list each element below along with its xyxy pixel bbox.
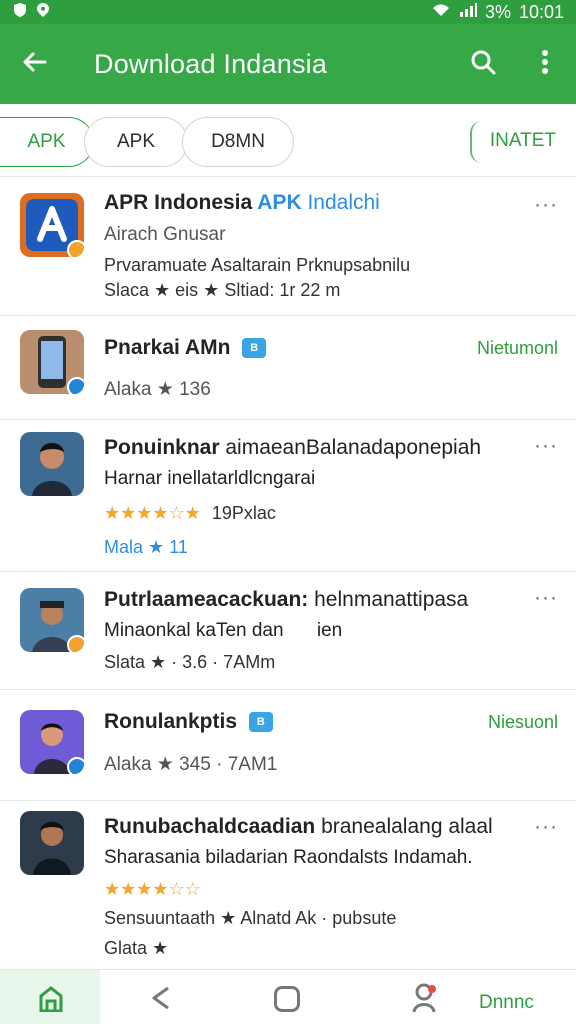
avatar bbox=[20, 432, 84, 496]
tab-bar: APK APK D8MN INATET bbox=[0, 104, 576, 176]
tab-d8mn[interactable]: D8MN bbox=[182, 117, 294, 167]
item-title: Ronulankptis B bbox=[104, 710, 273, 734]
item-meta: Glata ★ bbox=[104, 938, 169, 958]
search-button[interactable] bbox=[452, 24, 514, 104]
tab-apk-secondary[interactable]: APK bbox=[84, 117, 188, 167]
item-meta: Slata ★ · 3.6 · 7AMm bbox=[104, 652, 276, 672]
person-icon bbox=[32, 443, 72, 496]
app-bar: Download Indansia bbox=[0, 24, 576, 104]
person-icon bbox=[33, 821, 71, 875]
more-vert-icon bbox=[540, 48, 550, 81]
feed-item[interactable]: Pnarkai AMn B Alaka ★ 136 Nietumonl bbox=[0, 315, 576, 419]
item-title: Putrlaameacackuan: helnmanattipasa bbox=[104, 588, 469, 611]
item-rating: ★★★★☆☆ bbox=[104, 879, 201, 899]
feed-item[interactable]: Ronulankptis B Alaka ★ 345 · 7AM1 Niesuo… bbox=[0, 689, 576, 800]
wifi-icon bbox=[431, 2, 451, 23]
signal-icon bbox=[459, 2, 477, 23]
item-description: Prvaramuate Asaltarain Prknupsabnilu bbox=[104, 255, 411, 275]
download-feed: APR Indonesia APK Indalchi Airach Gnusar… bbox=[0, 176, 576, 969]
item-subtitle: Airach Gnusar bbox=[104, 224, 226, 245]
item-subtitle: Sharasania biladarian Raondalsts Indamah… bbox=[104, 847, 473, 868]
item-action-link[interactable]: Niesuonl bbox=[488, 712, 558, 733]
item-title: Ponuinknar aimaeanBalanadaponepiah bbox=[104, 436, 482, 459]
bottom-navigation: Dnnnc bbox=[0, 969, 576, 1024]
more-button[interactable] bbox=[514, 24, 576, 104]
verified-badge bbox=[67, 635, 84, 652]
feed-item[interactable]: APR Indonesia APK Indalchi Airach Gnusar… bbox=[0, 176, 576, 315]
avatar bbox=[20, 811, 84, 875]
status-bar: 3% 10:01 bbox=[0, 0, 576, 24]
item-meta: Mala ★ 11 bbox=[104, 537, 188, 557]
shield-icon bbox=[12, 2, 28, 23]
tab-inatet[interactable]: INATET bbox=[490, 130, 556, 152]
avatar bbox=[20, 193, 84, 257]
search-icon bbox=[469, 48, 497, 81]
feed-item[interactable]: Putrlaameacackuan: helnmanattipasa Minao… bbox=[0, 571, 576, 689]
item-subtitle: Minaonkal kaTen dan ien bbox=[104, 620, 343, 641]
location-icon bbox=[36, 2, 50, 23]
avatar bbox=[20, 330, 84, 394]
profile-nav-item[interactable] bbox=[410, 982, 438, 1019]
back-button[interactable] bbox=[0, 24, 70, 104]
item-action-link[interactable]: Nietumonl bbox=[477, 338, 558, 359]
item-title: Pnarkai AMn B bbox=[104, 336, 267, 360]
more-options-icon[interactable]: ··· bbox=[534, 434, 558, 458]
home-icon bbox=[37, 986, 65, 1017]
verified-badge bbox=[67, 757, 84, 774]
nav-back-button[interactable] bbox=[150, 986, 172, 1015]
back-arrow-icon bbox=[21, 48, 49, 81]
feed-item[interactable]: Ponuinknar aimaeanBalanadaponepiah Harna… bbox=[0, 419, 576, 571]
square-icon[interactable] bbox=[274, 986, 300, 1012]
item-meta: Slaca ★ eis ★ Sltiad: 1r 22 m bbox=[104, 280, 341, 300]
bottom-label[interactable]: Dnnnc bbox=[479, 992, 534, 1014]
page-title: Download Indansia bbox=[94, 48, 328, 79]
home-nav-item[interactable] bbox=[0, 970, 100, 1024]
status-right: 3% 10:01 bbox=[431, 2, 564, 23]
profile-icon bbox=[410, 983, 438, 1018]
more-options-icon[interactable]: ··· bbox=[534, 586, 558, 610]
tab-apk-primary[interactable]: APK bbox=[0, 117, 94, 167]
battery-text: 3% bbox=[484, 1, 511, 22]
time-text: 10:01 bbox=[518, 1, 564, 22]
verified-badge bbox=[67, 377, 84, 394]
item-rating: ★★★★☆★ 19Pxlac bbox=[104, 503, 276, 523]
item-meta: Alaka ★ 136 bbox=[104, 379, 211, 400]
status-left bbox=[12, 2, 50, 23]
verified-badge bbox=[67, 240, 84, 257]
item-subtitle: Harnar inellatarldlcngarai bbox=[104, 468, 316, 489]
item-description: Sensuuntaath ★ Alnatd Ak · pubsute bbox=[104, 908, 397, 928]
item-title: Runubachaldcaadian branealalang alaal bbox=[104, 815, 493, 838]
item-title: APR Indonesia APK Indalchi bbox=[104, 191, 380, 214]
feed-item[interactable]: Runubachaldcaadian branealalang alaal Sh… bbox=[0, 800, 576, 969]
avatar bbox=[20, 588, 84, 652]
back-triangle-icon bbox=[150, 986, 172, 1014]
more-options-icon[interactable]: ··· bbox=[534, 193, 558, 217]
more-options-icon[interactable]: ··· bbox=[534, 815, 558, 839]
avatar bbox=[20, 710, 84, 774]
item-meta: Alaka ★ 345 · 7AM1 bbox=[104, 754, 278, 775]
